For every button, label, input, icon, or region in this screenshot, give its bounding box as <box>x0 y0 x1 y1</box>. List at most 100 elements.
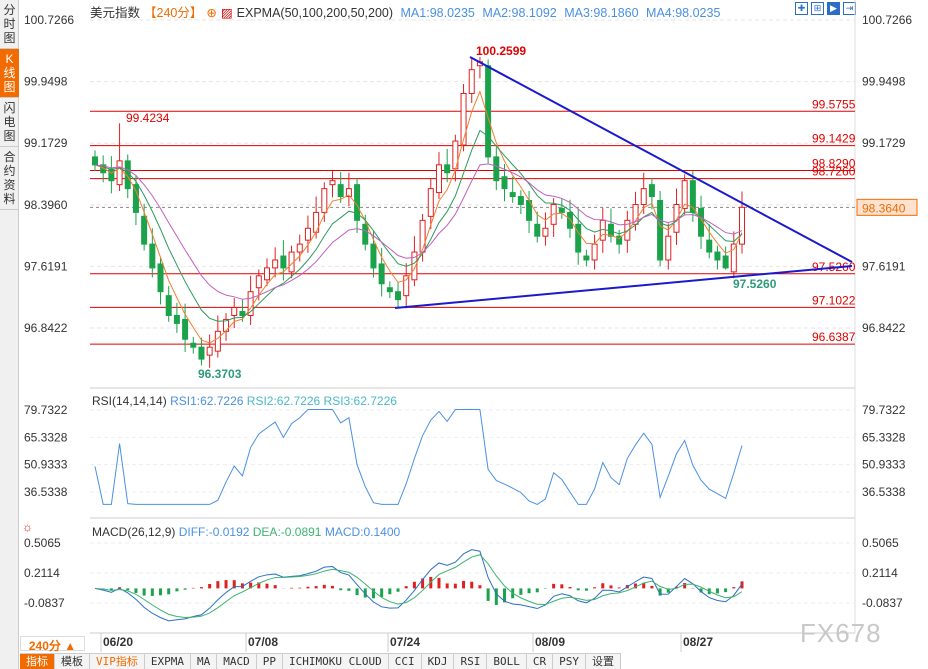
rsi-tick-left: 50.9333 <box>24 458 68 472</box>
tab-7[interactable]: ICHIMOKU CLOUD <box>283 654 389 669</box>
candle-body <box>403 275 410 297</box>
trendline-lower <box>394 265 853 309</box>
candle-body <box>427 188 434 217</box>
macd-dea: DEA:-0.0891 <box>252 525 322 539</box>
price-tick-left: 97.6191 <box>24 259 68 273</box>
candle-body <box>435 164 442 194</box>
rsi-tick-right: 36.5338 <box>862 485 906 499</box>
rsi-tick-right: 79.7322 <box>862 403 906 417</box>
candle-body <box>132 184 139 213</box>
price-tick-left: 100.7266 <box>24 13 74 27</box>
rsi-tick-right: 50.9333 <box>862 458 906 472</box>
candle-body <box>198 346 205 360</box>
candle-body <box>509 192 516 198</box>
candle-body <box>362 223 369 245</box>
tab-2[interactable]: VIP指标 <box>90 654 145 669</box>
candle-body <box>501 176 508 190</box>
current-price-value: 98.3640 <box>862 201 906 215</box>
macd-tick-right: 0.5065 <box>862 536 899 550</box>
period-selector[interactable]: 240分 ▲ <box>20 636 85 653</box>
candle-body <box>583 255 590 261</box>
macd-tick-left: 0.5065 <box>24 536 61 550</box>
candle-body <box>395 291 402 301</box>
candle-body <box>206 346 213 356</box>
candle-body <box>558 207 565 213</box>
rsi-title: RSI(14,14,14) <box>92 394 167 408</box>
candle-body <box>419 219 426 253</box>
candle-body <box>386 287 393 293</box>
macd-value: MACD:0.1400 <box>324 525 401 539</box>
price-tick-right: 96.8422 <box>862 321 906 335</box>
rsi2-value: RSI2:62.7226 <box>246 394 321 408</box>
candle-body <box>321 188 328 213</box>
candle-body <box>739 206 745 245</box>
candle-body <box>714 251 721 261</box>
tab-9[interactable]: KDJ <box>422 654 455 669</box>
tab-12[interactable]: CR <box>527 654 554 669</box>
chart-canvas[interactable]: 100.7266 100.7266 99.9498 99.9498 99.1729 99.… <box>0 0 928 669</box>
date-label: 07/08 <box>248 635 278 649</box>
date-label: 08/09 <box>535 635 565 649</box>
rsi-tick-left: 65.3328 <box>24 430 68 444</box>
level-label: 97.1022 <box>812 293 856 307</box>
price-tick-left: 99.1729 <box>24 136 68 150</box>
candle-body <box>304 227 311 241</box>
candle-body <box>231 307 238 316</box>
macd-diff: DIFF:-0.0192 <box>178 525 250 539</box>
tab-10[interactable]: RSI <box>454 654 488 669</box>
date-label: 07/24 <box>390 635 420 649</box>
support-annotation: 97.5260 <box>733 277 777 291</box>
watermark-logo: FX678 <box>800 618 882 648</box>
rsi-tick-left: 36.5338 <box>24 485 68 499</box>
ema-line <box>94 129 743 322</box>
macd-tick-left: -0.0837 <box>24 596 65 610</box>
candle-body <box>182 318 189 340</box>
level-label: 98.7260 <box>812 165 856 179</box>
date-label: 06/20 <box>103 635 133 649</box>
tab-6[interactable]: PP <box>257 654 283 669</box>
tab-1[interactable]: 模板 <box>55 654 90 669</box>
tab-5[interactable]: MACD <box>217 654 257 669</box>
macd-title: MACD(26,12,9) <box>92 525 176 539</box>
candle-body <box>296 243 303 253</box>
candle-body <box>378 263 385 285</box>
candle-body <box>272 259 279 269</box>
candle-body <box>493 156 500 182</box>
tab-13[interactable]: PSY <box>553 654 586 669</box>
ema-line <box>94 163 743 300</box>
sun-settings-icon[interactable]: ☼ <box>22 520 33 534</box>
candle-body <box>190 342 197 348</box>
candle-body <box>665 235 672 261</box>
candle-body <box>444 164 451 174</box>
candle-body <box>517 196 524 205</box>
candle-body <box>534 223 541 237</box>
date-label: 08/27 <box>683 635 713 649</box>
level-label: 99.5755 <box>812 97 856 111</box>
macd-legend: MACD(26,12,9) DIFF:-0.0192 DEA:-0.0891 M… <box>92 525 400 539</box>
candle-body <box>542 227 549 237</box>
candle-body <box>255 275 262 289</box>
tab-11[interactable]: BOLL <box>487 654 527 669</box>
candle-body <box>706 239 713 253</box>
candle-body <box>92 156 98 166</box>
candle-body <box>648 184 655 198</box>
candle-body <box>640 188 647 205</box>
tab-14[interactable]: 设置 <box>586 654 621 669</box>
tab-0[interactable]: 指标 <box>20 654 55 669</box>
candle-body <box>657 200 664 261</box>
candle-body <box>575 223 582 253</box>
rsi1-value: RSI1:62.7226 <box>170 394 244 408</box>
rsi3-value: RSI3:62.7226 <box>323 394 397 408</box>
candle-body <box>165 295 172 316</box>
tab-4[interactable]: MA <box>191 654 218 669</box>
tab-8[interactable]: CCI <box>389 654 422 669</box>
candle-body <box>730 243 737 273</box>
price-tick-left: 98.3960 <box>24 198 68 212</box>
rsi-tick-right: 65.3328 <box>862 430 906 444</box>
level-label: 99.1429 <box>812 132 856 146</box>
candle-body <box>567 211 574 229</box>
tab-3[interactable]: EXPMA <box>145 654 191 669</box>
high-annotation: 99.4234 <box>126 111 170 125</box>
rsi-legend: RSI(14,14,14) RSI1:62.7226 RSI2:62.7226 … <box>92 394 397 408</box>
low-annotation: 96.3703 <box>198 367 242 381</box>
